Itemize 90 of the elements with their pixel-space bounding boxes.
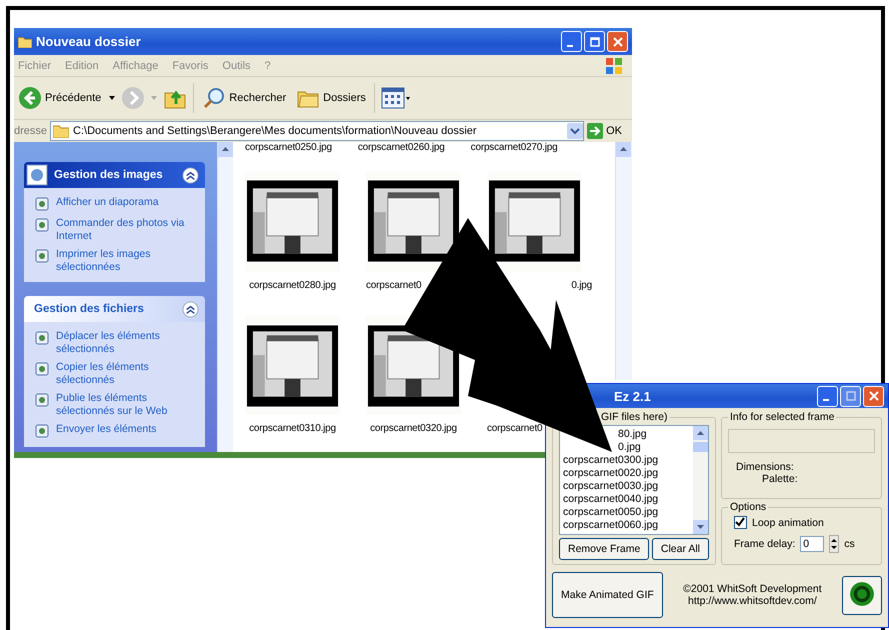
checkbox-label: Loop animation	[752, 516, 824, 528]
scroll-up-icon[interactable]	[218, 142, 233, 157]
close-button[interactable]	[863, 386, 884, 406]
list-item[interactable]: corpscarnet0040.jpg	[563, 493, 658, 506]
folder-icon	[53, 124, 70, 138]
close-icon	[612, 36, 622, 46]
delay-field[interactable]: 0	[800, 536, 824, 552]
list-item[interactable]: corpscarnet0020.jpg	[563, 467, 658, 480]
file-name[interactable]: corpscarnet0	[487, 423, 542, 434]
back-button[interactable]: Précédente	[16, 84, 104, 112]
close-icon	[868, 391, 878, 401]
collapse-icon[interactable]	[182, 166, 199, 184]
list-item[interactable]: corpscarnet0050.jpg	[563, 506, 658, 519]
search-button[interactable]: Rechercher	[200, 84, 288, 112]
windows-logo-icon	[604, 56, 624, 76]
maximize-icon	[846, 391, 856, 401]
file-name: corpscarnet0260.jpg	[358, 142, 445, 154]
task-icon	[34, 196, 50, 212]
task-link[interactable]: Commander des photos via Internet	[56, 217, 199, 243]
file-name[interactable]: corpscarnet0280.jpg	[249, 280, 336, 291]
task-icon	[34, 423, 50, 439]
maximize-button[interactable]	[584, 31, 605, 52]
scroll-up-icon[interactable]	[616, 142, 631, 157]
address-field[interactable]: C:\Documents and Settings\Berangere\Mes documents\formation\Nouveau dossier	[50, 121, 584, 141]
go-button[interactable]: OK	[587, 123, 622, 139]
swirl-icon	[849, 580, 875, 606]
field-label: Frame delay:	[734, 538, 796, 550]
minimize-button[interactable]	[817, 386, 838, 406]
task-link[interactable]: Déplacer les éléments sélectionnés	[56, 330, 199, 356]
minimize-icon	[822, 399, 828, 401]
caret-icon[interactable]	[109, 96, 116, 100]
field-label: Dimensions:	[736, 461, 795, 473]
group-title: Info for selected frame	[729, 411, 836, 423]
make-gif-button[interactable]: Make Animated GIF	[552, 572, 663, 618]
folder-icon	[18, 36, 32, 48]
logo-button[interactable]	[842, 576, 882, 614]
collapse-icon[interactable]	[182, 300, 199, 318]
maximize-icon	[590, 36, 600, 46]
list-item[interactable]: 0.jpg	[618, 441, 641, 454]
task-link[interactable]: Imprimer les images sélectionnées	[56, 248, 199, 274]
remove-frame-button[interactable]: Remove Frame	[559, 538, 650, 560]
task-link[interactable]: Copier les éléments sélectionnés	[56, 361, 199, 387]
task-link[interactable]: Publie les éléments sélectionnés sur le Web	[56, 392, 199, 418]
clear-all-button[interactable]: Clear All	[652, 538, 709, 560]
file-name[interactable]: 0.jpg	[571, 280, 592, 291]
minimize-button[interactable]	[561, 31, 582, 52]
scroll-down-icon[interactable]	[693, 520, 708, 534]
file-name[interactable]: corpscarnet0	[366, 280, 422, 291]
close-button[interactable]	[607, 31, 628, 52]
folders-button[interactable]: Dossiers	[294, 84, 368, 112]
task-icon	[34, 392, 50, 408]
list-item[interactable]: corpscarnet0060.jpg	[563, 519, 658, 532]
search-icon	[202, 86, 226, 110]
scroll-thumb[interactable]	[693, 442, 708, 452]
file-name[interactable]: corpscarnet0310.jpg	[249, 423, 336, 434]
field-label: Palette:	[762, 473, 799, 485]
group-title: GIF files here)	[600, 411, 669, 423]
go-arrow-icon	[587, 123, 604, 139]
window-title: Ez 2.1	[613, 388, 652, 404]
task-icon	[34, 330, 50, 346]
copyright-text: ©2001 WhitSoft Development	[683, 583, 822, 595]
spinner-icon[interactable]	[829, 535, 840, 553]
photo-icon	[26, 164, 48, 186]
maximize-button[interactable]	[840, 386, 861, 406]
url-text: http://www.whitsoftdev.com/	[688, 595, 817, 607]
panel-header[interactable]: Gestion des images	[24, 162, 205, 188]
task-icon	[34, 361, 50, 377]
checkbox[interactable]	[734, 516, 747, 529]
scrollbar[interactable]	[615, 142, 632, 380]
list-item[interactable]: corpscarnet0300.jpg	[563, 454, 658, 467]
task-icon	[34, 248, 50, 264]
list-item[interactable]: 80.jpg	[618, 428, 647, 441]
task-link[interactable]: Envoyer les éléments	[56, 423, 156, 436]
file-name: corpscarnet0250.jpg	[245, 142, 332, 154]
minimize-icon	[566, 44, 572, 46]
task-icon	[34, 217, 50, 233]
file-name: corpscarnet0270.jpg	[470, 142, 558, 154]
panel-header[interactable]: Gestion des fichiers	[24, 296, 205, 322]
views-icon[interactable]	[380, 87, 411, 109]
file-name[interactable]: corpscarnet0320.jpg	[370, 423, 457, 434]
frame-list[interactable]: 80.jpg 0.jpg corpscarnet0300.jpg corpscarnet0020.jpg corpscarnet0030.jpg corpscarnet0040.jpg corpscarnet0050.jpg corpscarnet0060.jpg	[559, 425, 709, 535]
address-label: dresse	[14, 125, 48, 137]
dropdown-icon[interactable]	[567, 123, 584, 139]
unit-label: cs	[844, 538, 855, 550]
window-title: Nouveau dossier	[36, 34, 142, 49]
scroll-up-icon[interactable]	[693, 426, 708, 440]
scrollbar[interactable]	[217, 142, 233, 452]
group-title: Options	[729, 501, 768, 513]
list-item[interactable]: corpscarnet0030.jpg	[563, 480, 658, 493]
task-link[interactable]: Afficher un diaporama	[56, 196, 159, 209]
